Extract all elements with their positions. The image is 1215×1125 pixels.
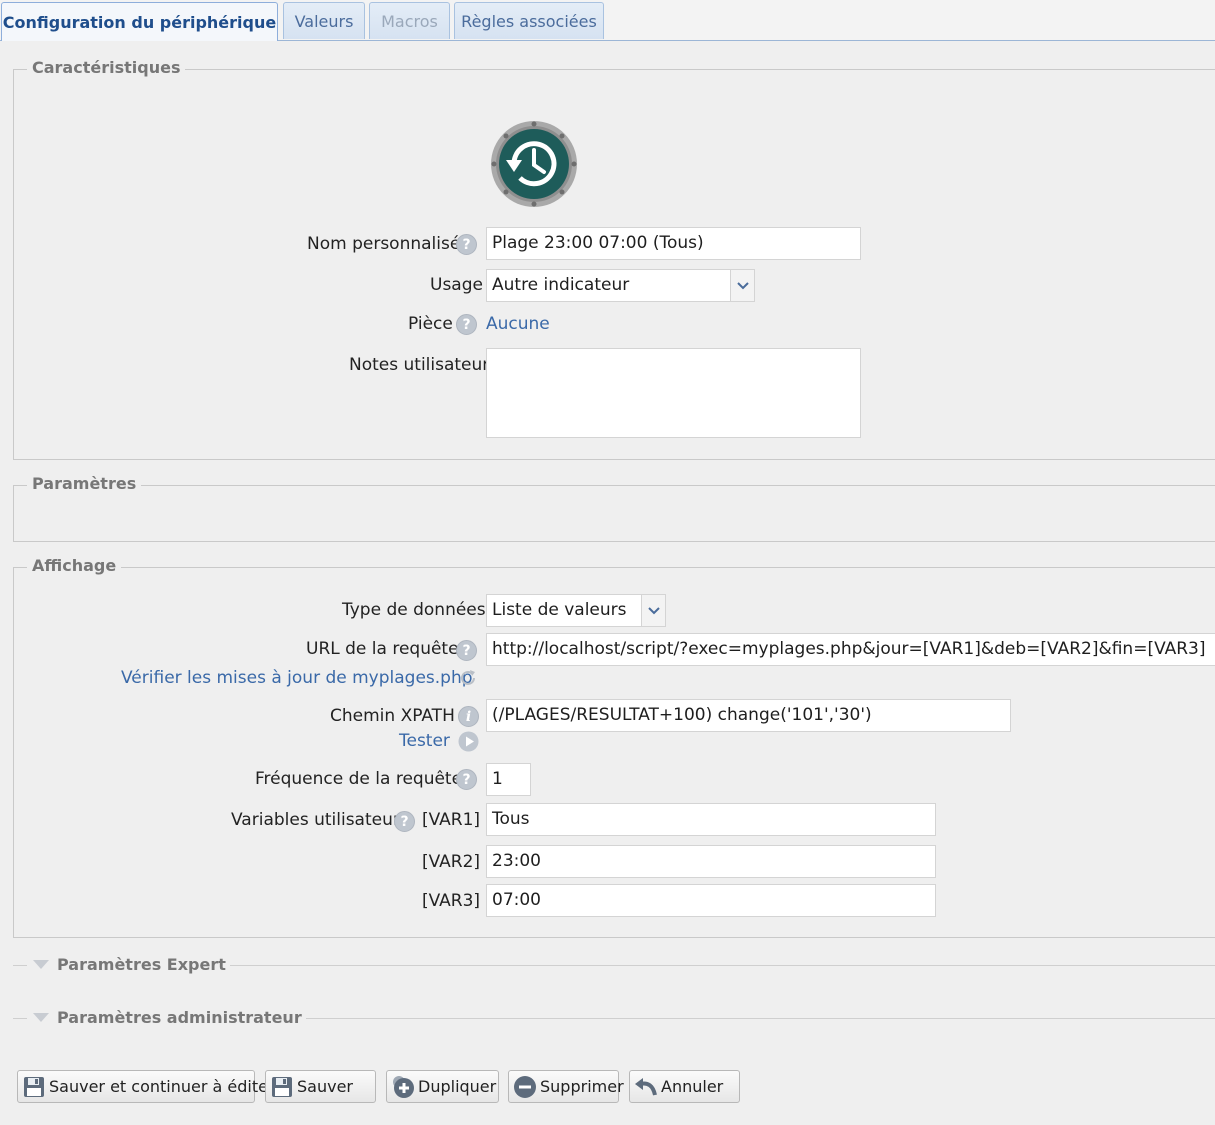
save-button[interactable]: Sauver	[265, 1070, 376, 1103]
var3-input[interactable]: 07:00	[486, 884, 936, 917]
minus-circle-icon	[514, 1075, 536, 1098]
usage-selected-value: Autre indicateur	[492, 275, 630, 295]
var3-label: [VAR3]	[422, 891, 481, 911]
room-label: Pièce	[408, 314, 453, 334]
save-label: Sauver	[297, 1077, 353, 1096]
check-updates-link[interactable]: Vérifier les mises à jour de myplages.ph…	[121, 668, 473, 688]
xpath-label: Chemin XPATH	[330, 706, 455, 726]
info-icon[interactable]: i	[458, 706, 479, 727]
refresh-icon[interactable]	[458, 668, 478, 688]
var2-input[interactable]: 23:00	[486, 845, 936, 878]
data-type-select[interactable]: Liste de valeurs	[486, 594, 666, 627]
clock-history-icon	[491, 121, 577, 207]
user-variables-label: Variables utilisateur	[231, 810, 400, 830]
tab-associated-rules[interactable]: Règles associées	[454, 2, 604, 39]
user-notes-label: Notes utilisateur	[349, 355, 490, 375]
save-and-continue-button[interactable]: Sauver et continuer à éditer	[17, 1070, 275, 1103]
plus-circle-icon	[393, 1075, 414, 1098]
save-and-continue-label: Sauver et continuer à éditer	[49, 1077, 275, 1096]
data-type-label: Type de données	[342, 600, 486, 620]
delete-button[interactable]: Supprimer	[508, 1070, 624, 1103]
request-frequency-input[interactable]: 1	[486, 763, 531, 796]
custom-name-input[interactable]: Plage 23:00 07:00 (Tous)	[486, 227, 861, 260]
expert-parameters-toggle[interactable]: Paramètres Expert	[13, 955, 1215, 975]
var2-label: [VAR2]	[422, 852, 481, 872]
display-legend: Affichage	[27, 556, 122, 575]
help-icon[interactable]: ?	[456, 234, 477, 255]
var1-label: [VAR1]	[422, 810, 481, 830]
duplicate-label: Dupliquer	[418, 1077, 497, 1096]
usage-label: Usage	[430, 275, 483, 295]
help-icon[interactable]: ?	[456, 640, 477, 661]
parameters-fieldset: Paramètres	[13, 474, 1215, 542]
test-link[interactable]: Tester	[399, 731, 450, 751]
cancel-label: Annuler	[661, 1077, 724, 1096]
cancel-button[interactable]: Annuler	[629, 1070, 740, 1103]
tab-values[interactable]: Valeurs	[283, 2, 365, 39]
parameters-legend: Paramètres	[27, 474, 142, 493]
usage-select[interactable]: Autre indicateur	[486, 269, 755, 302]
play-icon[interactable]	[458, 731, 479, 752]
chevron-down-icon	[641, 595, 665, 626]
chevron-down-icon	[730, 270, 754, 301]
request-frequency-label: Fréquence de la requête	[255, 769, 463, 789]
tab-device-configuration[interactable]: Configuration du périphérique	[1, 2, 278, 41]
help-icon[interactable]: ?	[456, 314, 477, 335]
var1-input[interactable]: Tous	[486, 803, 936, 836]
xpath-input[interactable]: (/PLAGES/RESULTAT+100) change('101','30'…	[486, 699, 1011, 732]
characteristics-legend: Caractéristiques	[27, 58, 186, 77]
tab-macros[interactable]: Macros	[369, 2, 450, 39]
delete-label: Supprimer	[540, 1077, 624, 1096]
tab-bar: Configuration du périphérique Valeurs Ma…	[0, 0, 1215, 41]
request-url-input[interactable]: http://localhost/script/?exec=myplages.p…	[486, 633, 1215, 666]
request-url-label: URL de la requête	[306, 639, 459, 659]
collapse-triangle-icon	[33, 960, 49, 969]
floppy-disk-icon	[272, 1076, 292, 1097]
user-notes-textarea[interactable]	[486, 348, 861, 438]
admin-parameters-label: Paramètres administrateur	[57, 1008, 306, 1027]
custom-name-label: Nom personnalisé	[307, 234, 461, 254]
floppy-disk-icon	[24, 1076, 44, 1097]
expert-parameters-label: Paramètres Expert	[57, 955, 230, 974]
help-icon[interactable]: ?	[456, 769, 477, 790]
undo-icon	[635, 1077, 657, 1096]
duplicate-button[interactable]: Dupliquer	[386, 1070, 499, 1103]
admin-parameters-toggle[interactable]: Paramètres administrateur	[13, 1008, 1215, 1028]
data-type-selected-value: Liste de valeurs	[492, 600, 627, 620]
collapse-triangle-icon	[33, 1013, 49, 1022]
help-icon[interactable]: ?	[394, 811, 415, 832]
room-link[interactable]: Aucune	[486, 314, 550, 334]
